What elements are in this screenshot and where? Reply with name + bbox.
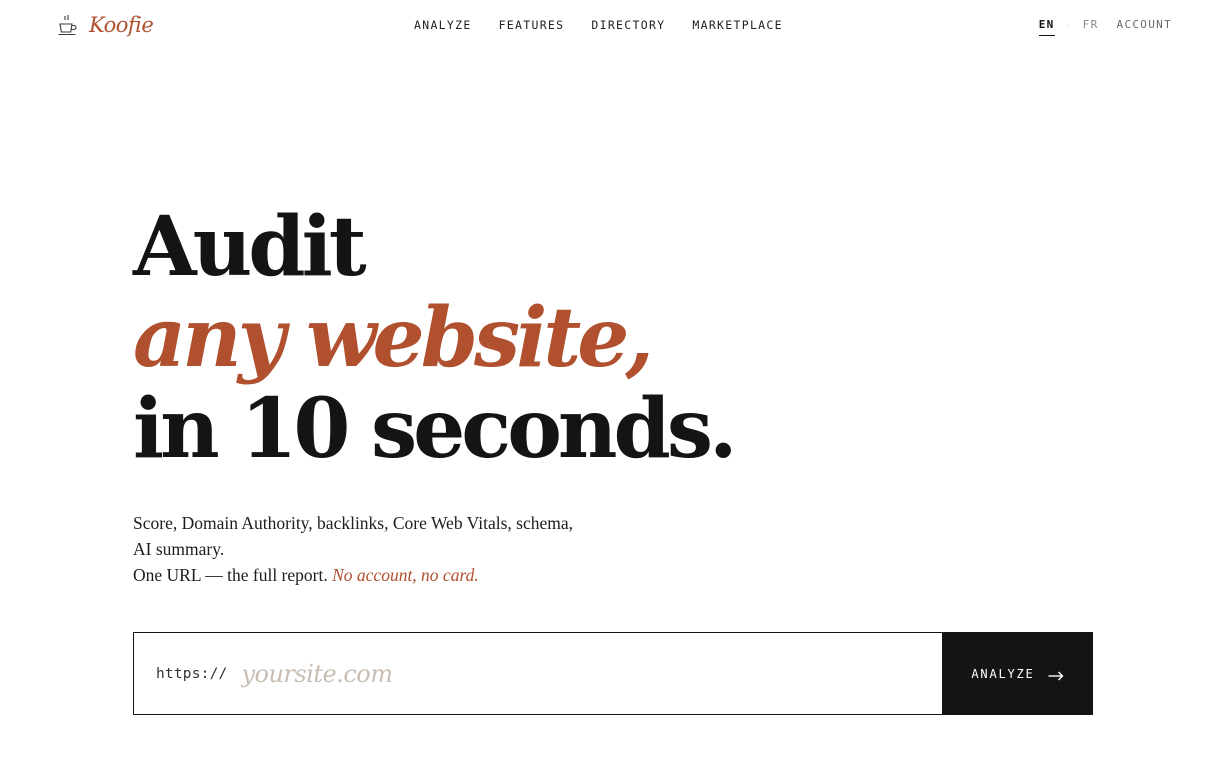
url-input[interactable] — [241, 659, 842, 688]
nav-item-marketplace[interactable]: MARKETPLACE — [692, 18, 782, 32]
account-link[interactable]: ACCOUNT — [1117, 18, 1172, 31]
hero-headline: Audit any website, in 10 seconds. — [133, 199, 738, 477]
description-text: One URL — the full report. — [133, 565, 328, 585]
lang-fr-link[interactable]: FR — [1083, 18, 1099, 31]
hero-description: Score, Domain Authority, backlinks, Core… — [133, 510, 573, 588]
description-emphasis: No account, no card. — [332, 565, 479, 585]
description-line-1: Score, Domain Authority, backlinks, Core… — [133, 513, 573, 559]
brand-name: Koofie — [89, 13, 154, 37]
url-prefix: https:// — [156, 665, 228, 682]
nav-item-features[interactable]: FEATURES — [499, 18, 565, 32]
main-nav: ANALYZE FEATURES DIRECTORY MARKETPLACE — [414, 18, 810, 32]
brand-logo[interactable]: Koofie — [56, 12, 154, 38]
lang-separator: · — [1065, 21, 1072, 30]
url-field[interactable]: https:// — [133, 632, 942, 715]
hero-line-2: any website, — [133, 290, 654, 386]
nav-item-directory[interactable]: DIRECTORY — [591, 18, 665, 32]
hero-line-1: Audit — [133, 199, 367, 295]
coffee-cup-icon — [56, 12, 78, 38]
lang-en-link[interactable]: EN — [1038, 18, 1055, 36]
header-utilities: EN · FR ACCOUNT — [1038, 18, 1172, 36]
nav-item-analyze[interactable]: ANALYZE — [414, 18, 472, 32]
analyze-button-label: ANALYZE — [971, 666, 1035, 681]
arrow-right-icon — [1048, 669, 1064, 680]
url-analyze-form: https:// ANALYZE — [133, 632, 1093, 715]
hero-line-3: in 10 seconds. — [133, 381, 738, 477]
description-line-2: One URL — the full report. No account, n… — [133, 562, 573, 588]
analyze-button[interactable]: ANALYZE — [942, 632, 1093, 715]
